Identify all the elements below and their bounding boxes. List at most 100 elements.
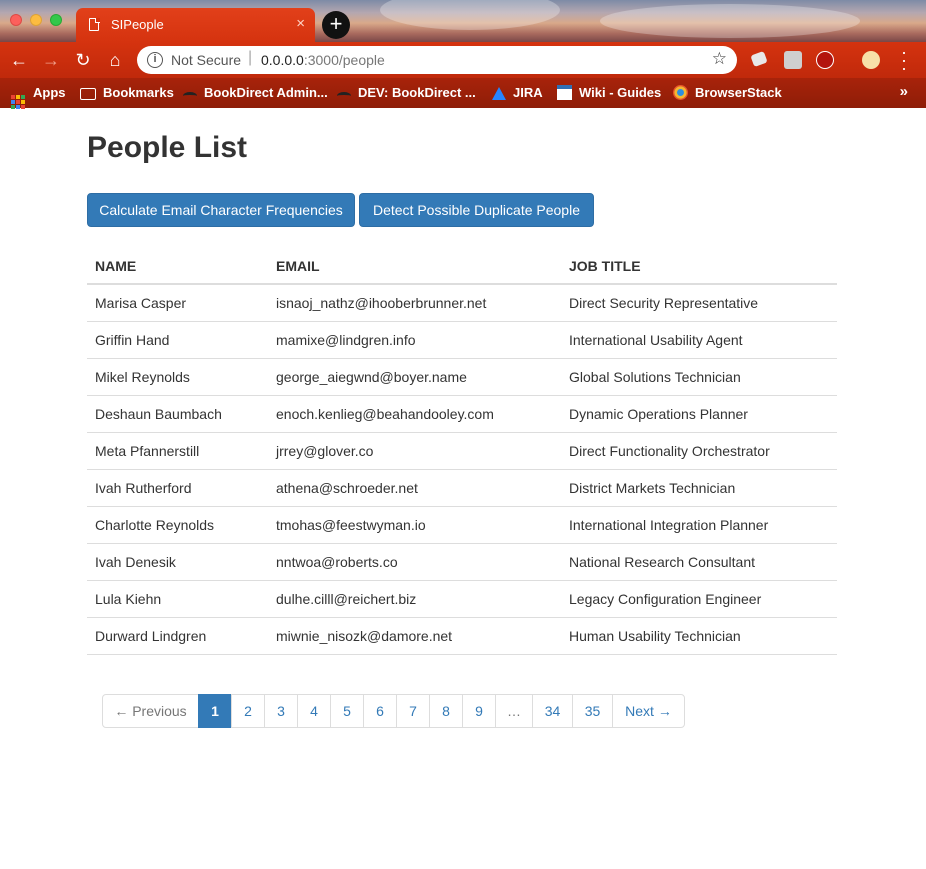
table-row: Mikel Reynolds george_aiegwnd@boyer.name G… xyxy=(87,358,837,396)
bookmark-apps[interactable]: Apps xyxy=(11,85,66,109)
pagination-page[interactable]: 35 xyxy=(572,694,613,728)
people-table: NAME EMAIL JOB TITLE Marisa Casper isnaoj… xyxy=(87,248,837,655)
tab-title: SIPeople xyxy=(111,17,164,32)
bookmark-label: DEV: BookDirect ... xyxy=(358,85,476,100)
back-arrow-icon[interactable]: ← xyxy=(8,49,30,71)
person-name: Ivah Denesik xyxy=(87,543,268,581)
bookmark-browserstack[interactable]: BrowserStack xyxy=(673,85,782,100)
person-job-title: International Usability Agent xyxy=(561,321,837,359)
person-email: miwnie_nisozk@damore.net xyxy=(268,617,561,655)
home-icon[interactable]: ⌂ xyxy=(104,49,126,71)
browserstack-icon xyxy=(673,85,688,100)
pagination-ellipsis: … xyxy=(495,694,533,728)
person-job-title: Global Solutions Technician xyxy=(561,358,837,396)
detect-duplicates-button[interactable]: Detect Possible Duplicate People xyxy=(359,193,594,227)
table-row: Ivah Denesik nntwoa@roberts.co National Re… xyxy=(87,543,837,581)
person-email: nntwoa@roberts.co xyxy=(268,543,561,581)
bookmarks-bar: Apps Bookmarks BookDirect Admin... DEV: … xyxy=(0,78,926,109)
extension-icon[interactable] xyxy=(784,51,802,69)
address-divider: | xyxy=(248,49,253,66)
window-minimize-button[interactable] xyxy=(30,14,42,26)
bookmark-bookdirect-admin[interactable]: BookDirect Admin... xyxy=(183,85,328,100)
bookmark-label: JIRA xyxy=(513,85,543,100)
pagination-next[interactable]: Next → xyxy=(612,694,685,728)
person-name: Charlotte Reynolds xyxy=(87,506,268,544)
pagination-page[interactable]: 2 xyxy=(231,694,265,728)
calculate-frequencies-button[interactable]: Calculate Email Character Frequencies xyxy=(87,193,355,227)
bookmark-bookdirect-dev[interactable]: DEV: BookDirect ... xyxy=(337,85,476,100)
bookmark-label: BrowserStack xyxy=(695,85,782,100)
table-row: Deshaun Baumbach enoch.kenlieg@beahandool… xyxy=(87,395,837,433)
person-name: Mikel Reynolds xyxy=(87,358,268,396)
pagination-page[interactable]: 6 xyxy=(363,694,397,728)
folder-icon xyxy=(80,88,96,100)
pagination-page[interactable]: 5 xyxy=(330,694,364,728)
pagination-page[interactable]: 4 xyxy=(297,694,331,728)
person-job-title: International Integration Planner xyxy=(561,506,837,544)
column-header-name: NAME xyxy=(87,248,268,285)
person-name: Marisa Casper xyxy=(87,284,268,322)
pagination-page[interactable]: 8 xyxy=(429,694,463,728)
bookmark-label: Apps xyxy=(33,85,66,100)
pagination-page[interactable]: 9 xyxy=(462,694,496,728)
bookmark-wiki[interactable]: Wiki - Guides xyxy=(557,85,661,100)
bookmark-folder[interactable]: Bookmarks xyxy=(80,85,174,100)
browser-menu-icon[interactable]: · · · xyxy=(898,43,910,77)
table-row: Marisa Casper isnaoj_nathz@ihooberbrunner… xyxy=(87,284,837,322)
bookmarks-overflow-icon[interactable]: » xyxy=(900,83,908,100)
bookmark-star-icon[interactable]: ☆ xyxy=(712,49,727,69)
reload-icon[interactable]: ↻ xyxy=(72,49,94,71)
person-email: isnaoj_nathz@ihooberbrunner.net xyxy=(268,284,561,322)
person-email: enoch.kenlieg@beahandooley.com xyxy=(268,395,561,433)
person-email: athena@schroeder.net xyxy=(268,469,561,507)
url-path: :3000/people xyxy=(303,52,385,68)
forward-arrow-icon[interactable]: → xyxy=(40,49,62,71)
table-row: Charlotte Reynolds tmohas@feestwyman.io In… xyxy=(87,506,837,544)
wiki-icon xyxy=(557,85,572,100)
column-header-job-title: JOB TITLE xyxy=(561,248,837,285)
new-tab-button[interactable]: + xyxy=(322,11,350,39)
pagination-page[interactable]: 7 xyxy=(396,694,430,728)
extension-icon[interactable] xyxy=(816,51,834,69)
window-maximize-button[interactable] xyxy=(50,14,62,26)
person-job-title: National Research Consultant xyxy=(561,543,837,581)
person-name: Ivah Rutherford xyxy=(87,469,268,507)
window-close-button[interactable] xyxy=(10,14,22,26)
person-email: george_aiegwnd@boyer.name xyxy=(268,358,561,396)
address-bar[interactable]: i Not Secure | 0.0.0.0:3000/people ☆ xyxy=(137,46,737,74)
person-name: Lula Kiehn xyxy=(87,580,268,618)
table-row: Meta Pfannerstill jrrey@glover.co Direct F… xyxy=(87,432,837,470)
info-icon[interactable]: i xyxy=(147,52,163,68)
tab-close-icon[interactable]: × xyxy=(296,15,305,32)
profile-avatar-icon[interactable] xyxy=(862,51,880,69)
apps-grid-icon xyxy=(11,95,25,109)
pagination-page-current[interactable]: 1 xyxy=(198,694,232,728)
person-job-title: District Markets Technician xyxy=(561,469,837,507)
sky-cloud xyxy=(600,4,860,38)
browser-tab-bar: SIPeople × + xyxy=(0,0,926,42)
bookmark-label: Bookmarks xyxy=(103,85,174,100)
person-name: Meta Pfannerstill xyxy=(87,432,268,470)
table-row: Ivah Rutherford athena@schroeder.net Distr… xyxy=(87,469,837,507)
person-email: jrrey@glover.co xyxy=(268,432,561,470)
person-name: Deshaun Baumbach xyxy=(87,395,268,433)
security-label: Not Secure xyxy=(171,52,242,68)
bookdirect-icon xyxy=(337,92,351,100)
bookdirect-icon xyxy=(183,92,197,100)
extension-icon[interactable] xyxy=(750,50,768,68)
bookmark-jira[interactable]: JIRA xyxy=(492,85,543,100)
person-job-title: Dynamic Operations Planner xyxy=(561,395,837,433)
sky-cloud xyxy=(380,0,560,30)
person-email: dulhe.cilll@reichert.biz xyxy=(268,580,561,618)
table-header-row: NAME EMAIL JOB TITLE xyxy=(87,248,837,285)
table-row: Griffin Hand mamixe@lindgren.info Internat… xyxy=(87,321,837,359)
pagination: ← Previous 1 2 3 4 5 6 7 8 9 … 34 35 Nex… xyxy=(102,694,685,728)
browser-tab-active[interactable]: SIPeople × xyxy=(76,8,315,42)
pagination-page[interactable]: 34 xyxy=(532,694,573,728)
person-name: Durward Lindgren xyxy=(87,617,268,655)
table-row: Lula Kiehn dulhe.cilll@reichert.biz Legacy… xyxy=(87,580,837,618)
pagination-page[interactable]: 3 xyxy=(264,694,298,728)
pagination-previous[interactable]: ← Previous xyxy=(102,694,199,728)
person-name: Griffin Hand xyxy=(87,321,268,359)
person-job-title: Legacy Configuration Engineer xyxy=(561,580,837,618)
